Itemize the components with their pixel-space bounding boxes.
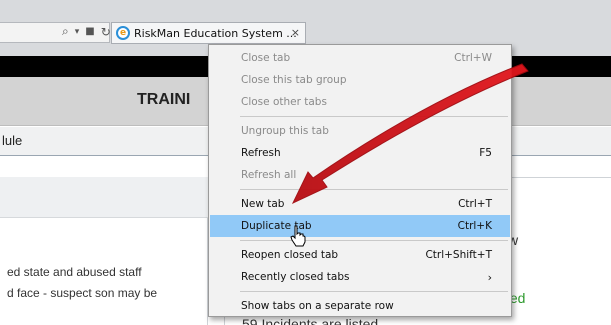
- chevron-right-icon: ›: [487, 270, 492, 284]
- menu-item-reopen-closed-tab[interactable]: Reopen closed tab Ctrl+Shift+T: [210, 244, 510, 266]
- menu-item-shortcut: Ctrl+W: [454, 52, 492, 64]
- close-tab-icon[interactable]: ×: [291, 26, 300, 39]
- tab-context-menu: Close tab Ctrl+W Close this tab group Cl…: [208, 44, 512, 317]
- menu-separator: [240, 291, 508, 292]
- browser-tab[interactable]: e RiskMan Education System ... ×: [111, 22, 306, 44]
- incidents-count-text: 59 Incidents are listed: [242, 316, 379, 325]
- menu-item-label: Duplicate tab: [241, 220, 312, 232]
- menu-item-label: Ungroup this tab: [241, 125, 329, 137]
- menu-item-close-tab[interactable]: Close tab Ctrl+W: [210, 47, 510, 69]
- hand-cursor-icon: [290, 225, 306, 247]
- menu-item-ungroup-tab[interactable]: Ungroup this tab: [210, 120, 510, 142]
- banner-title: TRAINI: [137, 91, 191, 108]
- refresh-icon[interactable]: ↻: [101, 25, 111, 39]
- menu-item-shortcut: F5: [479, 147, 492, 159]
- menu-item-label: Refresh all: [241, 169, 297, 181]
- menu-item-new-tab[interactable]: New tab Ctrl+T: [210, 193, 510, 215]
- menu-item-refresh[interactable]: Refresh F5: [210, 142, 510, 164]
- menu-item-shortcut: Ctrl+Shift+T: [425, 249, 492, 261]
- lock-icon[interactable]: ■: [85, 26, 94, 37]
- menu-item-show-tabs-separate-row[interactable]: Show tabs on a separate row: [210, 295, 510, 317]
- left-panel-header: [0, 177, 208, 218]
- menu-item-label: Show tabs on a separate row: [241, 300, 394, 312]
- menu-item-label: Close tab: [241, 52, 291, 64]
- menu-separator: [240, 240, 508, 241]
- search-icon[interactable]: ⌕: [62, 24, 69, 39]
- dropdown-icon[interactable]: ▾: [75, 27, 80, 37]
- menu-item-label: Reopen closed tab: [241, 249, 339, 261]
- incident-line-1[interactable]: ed state and abused staff: [7, 265, 142, 279]
- menu-item-label: Close this tab group: [241, 74, 347, 86]
- tab-title: RiskMan Education System ...: [134, 26, 297, 40]
- menu-separator: [240, 189, 508, 190]
- menu-item-label: Recently closed tabs: [241, 271, 350, 283]
- menu-item-shortcut: Ctrl+K: [457, 220, 492, 232]
- menu-item-refresh-all[interactable]: Refresh all: [210, 164, 510, 186]
- nav-item-module[interactable]: lule: [2, 133, 22, 148]
- menu-item-close-tab-group[interactable]: Close this tab group: [210, 69, 510, 91]
- ie-logo-icon: e: [116, 26, 130, 40]
- menu-item-label: Close other tabs: [241, 96, 327, 108]
- menu-item-label: Refresh: [241, 147, 281, 159]
- menu-separator: [240, 116, 508, 117]
- menu-item-shortcut: Ctrl+T: [458, 198, 492, 210]
- menu-item-duplicate-tab[interactable]: Duplicate tab Ctrl+K: [210, 215, 510, 237]
- incident-line-2[interactable]: d face - suspect son may be: [7, 286, 157, 300]
- address-bar-icons: ⌕ ▾ ■ ↻: [62, 24, 111, 39]
- menu-item-recently-closed-tabs[interactable]: Recently closed tabs ›: [210, 266, 510, 288]
- menu-item-close-other-tabs[interactable]: Close other tabs: [210, 91, 510, 113]
- menu-item-label: New tab: [241, 198, 285, 210]
- screenshot: ⌕ ▾ ■ ↻ e RiskMan Education System ... ×…: [0, 0, 611, 325]
